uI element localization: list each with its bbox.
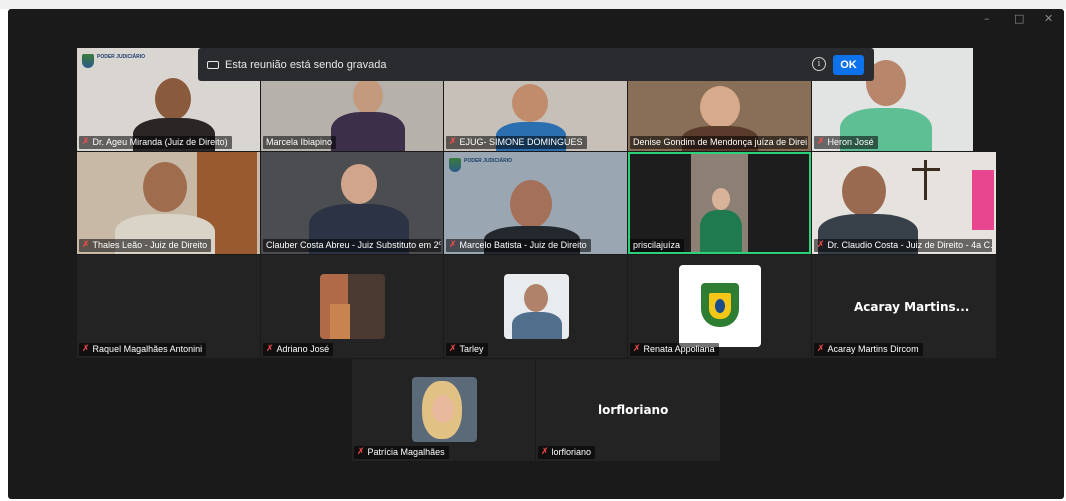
avatar	[679, 265, 761, 347]
participant-name: Clauber Costa Abreu - Juiz Substituto em…	[263, 239, 441, 252]
crucifix-icon	[924, 160, 927, 200]
recording-icon	[207, 60, 219, 69]
tj-logo: PODER JUDICIÁRIO	[449, 158, 512, 172]
mic-muted-icon: ✗	[449, 344, 457, 354]
participant-name: Marcela Ibiapino	[263, 136, 337, 149]
mic-muted-icon: ✗	[82, 137, 90, 147]
participant-name: Denise Gondim de Mendonça juíza de Direi…	[630, 136, 808, 149]
participant-video	[510, 180, 552, 228]
mic-muted-icon: ✗	[82, 240, 90, 250]
video-tile-tarley[interactable]: ✗ Tarley	[444, 255, 627, 358]
participant-name: ✗ Acaray Martins Dircom	[814, 343, 923, 356]
ok-button[interactable]: OK	[833, 55, 864, 75]
video-tile-clauber[interactable]: Clauber Costa Abreu - Juiz Substituto em…	[261, 152, 443, 254]
video-tile-priscila[interactable]: priscilajuíza	[628, 152, 811, 254]
title-strip	[0, 0, 1066, 9]
participant-name: ✗ Renata Appoliana	[630, 343, 719, 356]
video-tile-acaray[interactable]: Acaray Martins... ✗ Acaray Martins Dircom	[812, 255, 996, 358]
mic-muted-icon: ✗	[633, 344, 641, 354]
participant-name: ✗ Adriano José	[263, 343, 334, 356]
crest-icon	[82, 54, 94, 68]
mic-muted-icon: ✗	[266, 344, 274, 354]
participant-name: ✗ EJUG- SIMONE DOMINGUES	[446, 136, 587, 149]
maximize-icon[interactable]: □	[1014, 12, 1024, 25]
tj-logo: PODER JUDICIÁRIO	[82, 54, 145, 68]
participant-name: ✗ Raquel Magalhães Antonini	[79, 343, 207, 356]
participant-video	[712, 188, 730, 210]
recording-text: Esta reunião está sendo gravada	[225, 58, 387, 71]
logo-org-text: PODER JUDICIÁRIO	[97, 54, 146, 60]
participant-name: ✗ lorfloriano	[538, 446, 596, 459]
participant-name: ✗ Patrícia Magalhães	[354, 446, 449, 459]
participant-name: ✗ Tarley	[446, 343, 488, 356]
participant-name: priscilajuíza	[630, 239, 685, 252]
logo-org-text: PODER JUDICIÁRIO	[464, 158, 513, 164]
participant-name: ✗ Heron José	[814, 136, 878, 149]
video-tile-lorfloriano[interactable]: lorfloriano ✗ lorfloriano	[536, 359, 720, 461]
video-tile-renata[interactable]: ✗ Renata Appoliana	[628, 255, 811, 358]
name-placeholder: Acaray Martins...	[854, 300, 970, 314]
participant-name: ✗ Marcelo Batista - Juiz de Direito	[446, 239, 591, 252]
avatar	[320, 274, 385, 339]
mic-muted-icon: ✗	[817, 344, 825, 354]
participant-video	[143, 162, 187, 212]
video-tile-adriano[interactable]: ✗ Adriano José	[261, 255, 443, 358]
video-tile-raquel[interactable]: ✗ Raquel Magalhães Antonini	[77, 255, 260, 358]
mic-muted-icon: ✗	[817, 240, 825, 250]
close-icon[interactable]: ✕	[1044, 12, 1053, 25]
participant-name: ✗ Dr. Ageu Miranda (Juiz de Direito)	[79, 136, 232, 149]
participant-video	[700, 86, 740, 128]
mic-muted-icon: ✗	[449, 137, 457, 147]
participant-video	[512, 84, 548, 122]
name-placeholder: lorfloriano	[598, 403, 669, 417]
recording-banner: Esta reunião está sendo gravada i OK	[198, 48, 874, 81]
info-icon[interactable]: i	[812, 57, 826, 71]
minimize-icon[interactable]: –	[984, 12, 990, 25]
participant-video	[155, 78, 191, 120]
participant-name: ✗ Thales Leão - Juiz de Direito	[79, 239, 212, 252]
video-tile-thales[interactable]: ✗ Thales Leão - Juiz de Direito	[77, 152, 260, 254]
video-tile-patricia[interactable]: ✗ Patrícia Magalhães	[352, 359, 535, 461]
mic-muted-icon: ✗	[82, 344, 90, 354]
avatar	[412, 377, 477, 442]
participant-video	[341, 164, 377, 204]
mic-muted-icon: ✗	[357, 447, 365, 457]
participant-video	[353, 78, 383, 114]
mic-muted-icon: ✗	[817, 137, 825, 147]
participant-name: ✗ Dr. Claudio Costa - Juiz de Direito - 4…	[814, 239, 992, 252]
video-tile-marcelo[interactable]: PODER JUDICIÁRIO ✗ Marcelo Batista - Juiz…	[444, 152, 627, 254]
avatar	[504, 274, 569, 339]
mic-muted-icon: ✗	[541, 447, 549, 457]
crest-icon	[449, 158, 461, 172]
participant-video	[842, 166, 886, 216]
mic-muted-icon: ✗	[449, 240, 457, 250]
video-tile-claudio[interactable]: ✗ Dr. Claudio Costa - Juiz de Direito - 4…	[812, 152, 996, 254]
